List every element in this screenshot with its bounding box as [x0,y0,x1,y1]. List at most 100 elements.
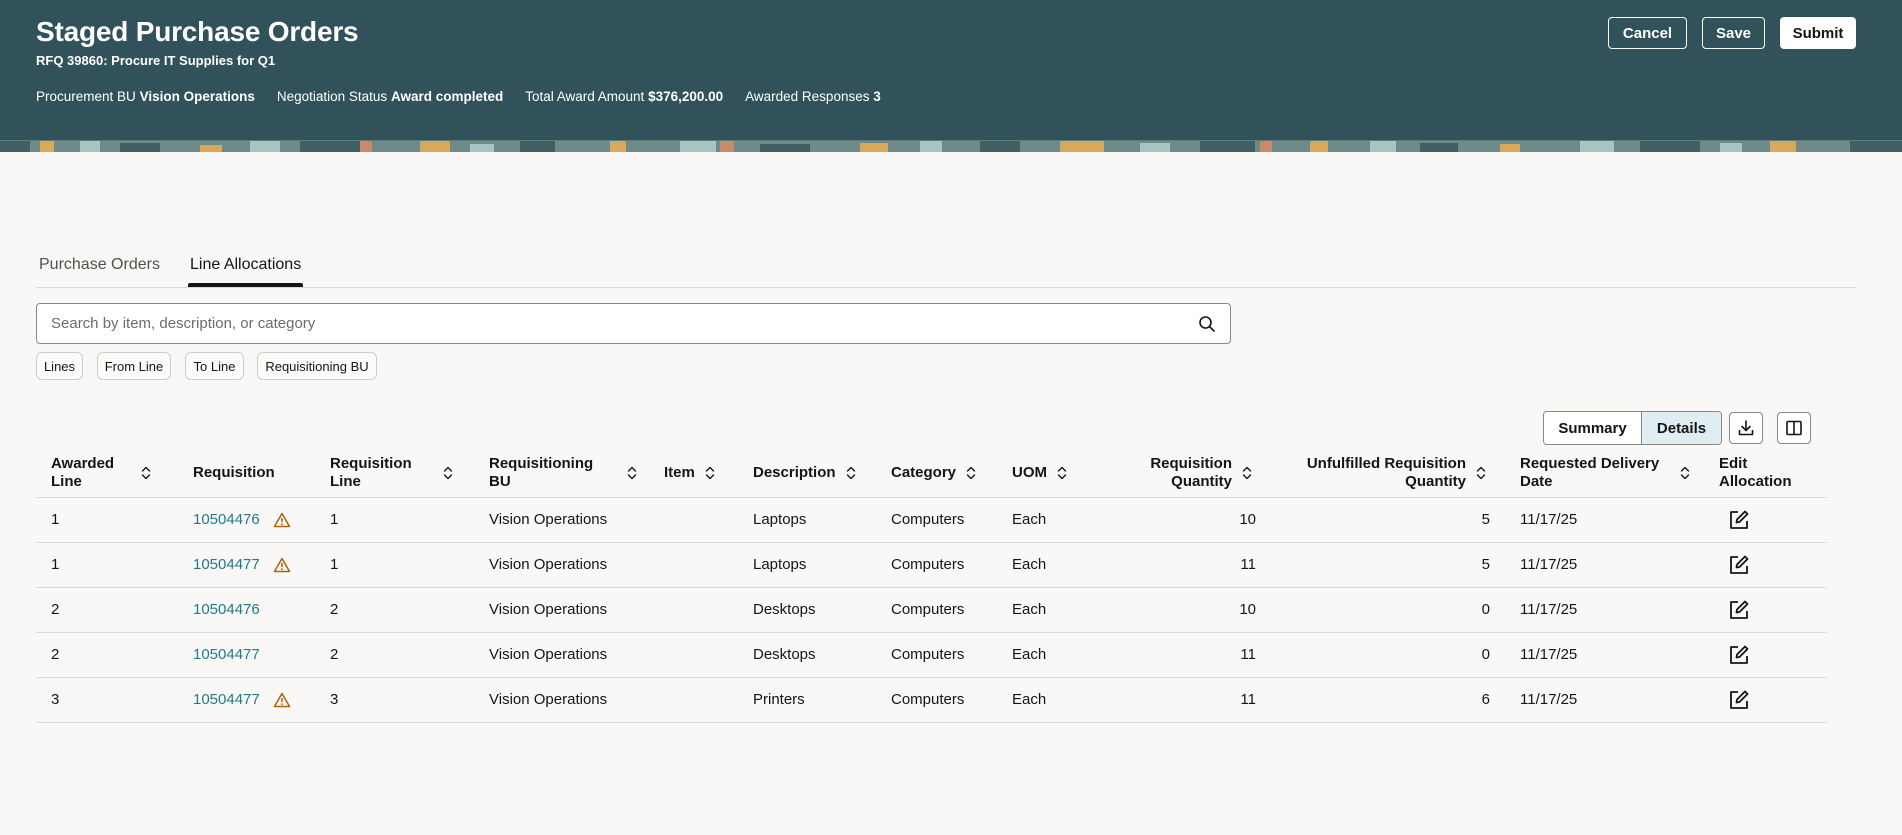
sort-icon[interactable] [1476,466,1486,480]
columns-button[interactable] [1777,412,1811,444]
page-subtitle: RFQ 39860: Procure IT Supplies for Q1 [36,53,276,68]
sort-icon[interactable] [1680,466,1690,480]
cancel-button[interactable]: Cancel [1608,17,1687,49]
edit-allocation-icon[interactable] [1728,509,1750,531]
column-header-label: Requisition Line [330,455,412,490]
sort-icon[interactable] [846,466,856,480]
cell-requisition-line: 2 [330,646,339,663]
cell-awarded-line: 3 [51,691,60,708]
meta-value: $376,200.00 [648,89,724,104]
warning-icon [273,692,291,708]
row-divider [36,677,1827,678]
cell-description: Desktops [753,601,816,618]
meta-awarded-responses: Awarded Responses 3 [745,89,881,104]
requisition-link[interactable]: 10504477 [193,645,260,665]
cell-category: Computers [891,511,965,528]
sort-icon[interactable] [966,466,976,480]
filter-chip-from-line[interactable]: From Line [97,352,171,380]
meta-label: Awarded Responses [745,89,870,104]
cell-requisition-line: 2 [330,601,339,618]
sort-icon[interactable] [1242,466,1252,480]
tab-purchase-orders[interactable]: Purchase Orders [39,256,160,274]
column-header-label: Requested Delivery Date [1520,455,1660,490]
edit-allocation-icon[interactable] [1728,689,1750,711]
column-header-label: Category [891,464,957,481]
cell-requisitioning-bu: Vision Operations [489,556,608,573]
edit-allocation-icon[interactable] [1728,644,1750,666]
search-input[interactable] [51,304,1171,343]
cell-unfulfilled-quantity: 5 [1481,556,1490,573]
sort-icon[interactable] [705,466,715,480]
meta-negotiation-status: Negotiation Status Award completed [277,89,503,104]
active-tab-indicator [188,283,303,287]
sort-icon[interactable] [627,466,637,480]
warning-icon [273,512,291,528]
meta-label: Negotiation Status [276,89,388,104]
header-meta: Procurement BU Vision Operations Negotia… [36,89,881,104]
requisition-link[interactable]: 10504477 [193,555,260,575]
sort-icon[interactable] [141,466,151,480]
cell-requisition-line: 1 [330,556,339,573]
requisition-link[interactable]: 10504476 [193,600,260,620]
download-button[interactable] [1729,412,1763,444]
column-header-requisitioning-bu[interactable]: Requisitioning BU [489,453,639,493]
filter-chip-to-line[interactable]: To Line [185,352,244,380]
cell-uom: Each [1012,601,1047,618]
cell-awarded-line: 2 [51,601,60,618]
meta-procurement-bu: Procurement BU Vision Operations [36,89,255,104]
details-toggle-button[interactable]: Details [1642,412,1721,444]
cell-description: Laptops [753,556,807,573]
edit-allocation-icon[interactable] [1728,599,1750,621]
column-header-description[interactable]: Description [753,453,873,493]
cell-requisition-quantity: 11 [1240,691,1256,708]
column-header-requisition-line[interactable]: Requisition Line [330,453,470,493]
cell-awarded-line: 1 [51,556,60,573]
sort-icon[interactable] [443,466,453,480]
column-header-uom[interactable]: UOM [1012,453,1102,493]
tab-line-allocations[interactable]: Line Allocations [190,256,301,274]
cell-category: Computers [891,691,965,708]
column-header-label: Awarded Line [51,455,115,490]
column-header-requisition-quantity[interactable]: Requisition Quantity [1120,453,1252,493]
submit-button[interactable]: Submit [1780,17,1856,49]
meta-value: Vision Operations [139,89,255,104]
search-icon[interactable] [1198,315,1216,333]
filter-chip-lines[interactable]: Lines [36,352,83,380]
cell-requisition-quantity: 11 [1240,556,1256,573]
filter-chip-requisitioning-bu[interactable]: Requisitioning BU [257,352,377,380]
column-header-label: Requisition Quantity [1150,455,1232,490]
column-header-label: Edit Allocation [1719,455,1792,490]
cell-requested-delivery-date: 11/17/25 [1520,556,1578,573]
tab-bar: Purchase Orders Line Allocations [36,252,1856,288]
requisition-link[interactable]: 10504476 [193,510,260,530]
column-header-edit-allocation: Edit Allocation [1719,453,1809,493]
cell-requisitioning-bu: Vision Operations [489,511,608,528]
cell-requested-delivery-date: 11/17/25 [1520,511,1578,528]
cell-requisition-line: 3 [330,691,339,708]
save-button[interactable]: Save [1702,17,1765,49]
cell-awarded-line: 2 [51,646,60,663]
cell-description: Laptops [753,511,807,528]
edit-allocation-icon[interactable] [1728,554,1750,576]
sort-icon[interactable] [1057,466,1067,480]
page-title: Staged Purchase Orders [36,16,359,47]
cell-awarded-line: 1 [51,511,60,528]
cell-requested-delivery-date: 11/17/25 [1520,691,1578,708]
column-header-label: Item [664,464,695,481]
header-actions: Cancel Save Submit [1608,17,1856,49]
meta-value: 3 [873,89,881,104]
column-header-category[interactable]: Category [891,453,1001,493]
cell-requisition-quantity: 11 [1240,646,1256,663]
cell-unfulfilled-quantity: 0 [1481,601,1490,618]
header-divider [36,497,1827,498]
column-header-awarded-line[interactable]: Awarded Line [51,453,171,493]
requisition-link[interactable]: 10504477 [193,690,260,710]
columns-icon [1786,420,1802,436]
column-header-requested-delivery-date[interactable]: Requested Delivery Date [1520,453,1690,493]
row-divider [36,722,1827,723]
summary-toggle-button[interactable]: Summary [1544,412,1642,444]
column-header-unfulfilled-quantity[interactable]: Unfulfilled Requisition Quantity [1268,453,1486,493]
column-header-item[interactable]: Item [664,453,734,493]
row-divider [36,632,1827,633]
warning-icon [273,557,291,573]
